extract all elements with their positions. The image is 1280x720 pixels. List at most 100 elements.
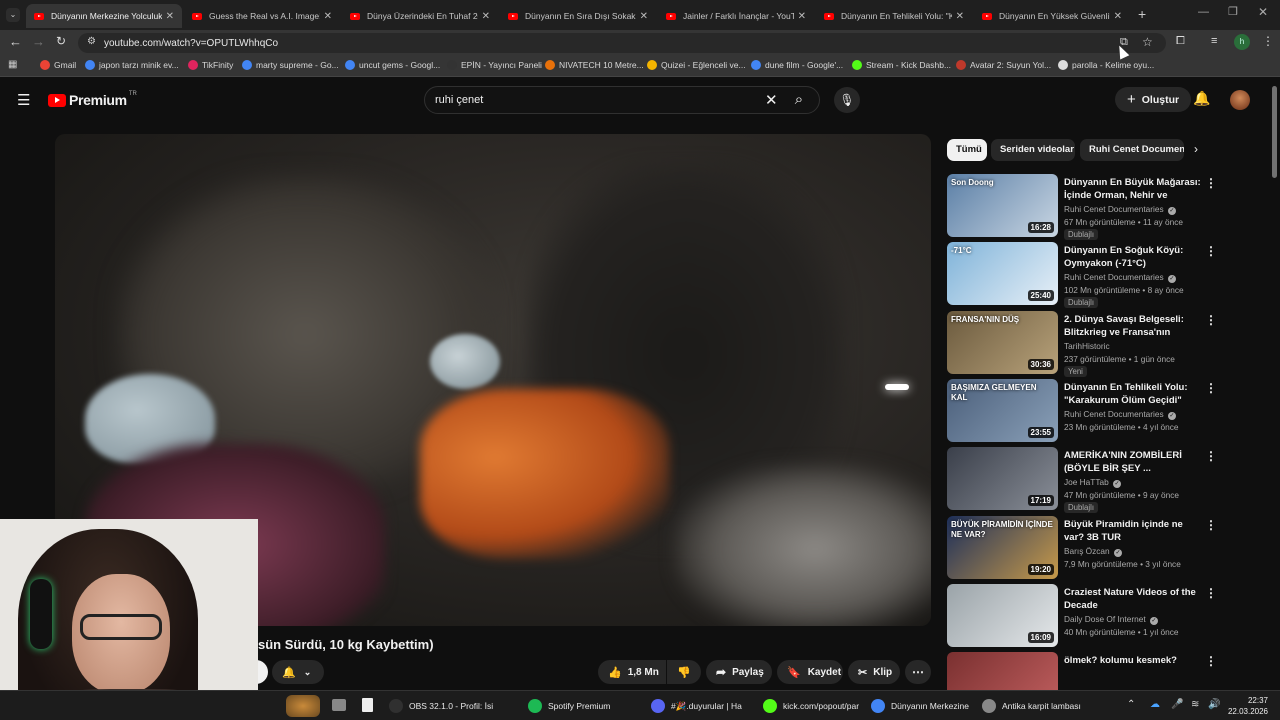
bookmark-item[interactable]: uncut gems - Googl... [345, 60, 440, 70]
search-input[interactable]: ruhi çenet ✕ [424, 86, 820, 114]
bookmark-item[interactable]: japon tarzı minik ev... [85, 60, 179, 70]
taskbar-app[interactable]: kick.com/popout/par [763, 697, 859, 715]
file-icon[interactable] [362, 698, 373, 712]
channel-name[interactable]: Ruhi Cenet Documentaries ✓ [1064, 204, 1176, 215]
related-video-title[interactable]: Büyük Piramidin içinde ne var? 3B TUR [1064, 518, 1204, 544]
youtube-logo[interactable]: Premium TR [48, 91, 137, 108]
tab-search-button[interactable]: ⌄ [6, 8, 20, 22]
notifications-button[interactable]: 🔔 ⌄ [272, 660, 324, 684]
related-video-item[interactable]: 17:19 AMERİKA'NIN ZOMBİLERİ (BÖYLE BİR ŞE… [947, 447, 1267, 514]
task-view-icon[interactable] [332, 699, 346, 711]
bookmark-item[interactable]: EPİN - Yayıncı Paneli [447, 60, 542, 70]
dislike-button[interactable]: 👎 [667, 660, 701, 684]
taskbar-burger-widget[interactable] [286, 695, 320, 717]
video-thumbnail[interactable]: BÜYÜK PİRAMİDİN İÇİNDE NE VAR? 19:20 [947, 515, 1058, 579]
tray-cloud-icon[interactable]: ☁ [1150, 699, 1160, 710]
bookmark-item[interactable]: Avatar 2: Suyun Yol... [956, 60, 1051, 70]
close-tab-icon[interactable]: ✕ [482, 11, 490, 22]
browser-tab[interactable]: Dünyanın En Sıra Dışı Sokak Ye ✕ [500, 4, 656, 28]
channel-name[interactable]: Joe HaTTab ✓ [1064, 477, 1122, 489]
more-options-icon[interactable]: ⋮ [1205, 313, 1217, 327]
taskbar-app[interactable]: Dünyanın Merkezine [871, 697, 969, 715]
close-window-button[interactable]: ✕ [1258, 5, 1268, 19]
bookmark-item[interactable]: marty supreme - Go... [242, 60, 339, 70]
url-field[interactable]: ⚙ youtube.com/watch?v=OPUTLWhhqCo [78, 33, 1166, 53]
profile-avatar[interactable]: h [1234, 34, 1250, 50]
bookmark-item[interactable]: parolla - Kelime oyu... [1058, 60, 1154, 70]
share-button[interactable]: ➦ Paylaş [706, 660, 772, 684]
related-video-title[interactable]: ölmek? kolumu kesmek? [1064, 654, 1204, 667]
voice-search-icon[interactable]: 🎙 [834, 87, 860, 113]
site-info-icon[interactable]: ⚙ [87, 36, 96, 47]
bookmark-item[interactable]: Quizei - Eğlenceli ve... [647, 60, 746, 70]
page-scrollbar[interactable] [1272, 86, 1277, 178]
chips-next-icon[interactable]: › [1194, 142, 1198, 156]
taskbar-app[interactable]: Spotify Premium [528, 697, 610, 715]
back-icon[interactable]: ← [9, 34, 22, 49]
wifi-icon[interactable]: ≋ [1191, 699, 1199, 710]
create-button[interactable]: + Oluştur [1115, 87, 1192, 112]
close-tab-icon[interactable]: ✕ [1114, 11, 1122, 22]
save-button[interactable]: 🔖 Kaydet [777, 660, 843, 684]
hamburger-menu-icon[interactable]: ☰ [17, 91, 30, 109]
related-video-title[interactable]: AMERİKA'NIN ZOMBİLERİ (BÖYLE BİR ŞEY ... [1064, 449, 1204, 475]
related-video-item[interactable]: BAŞIMIZA GELMEYEN KAL 23:55 Dünyanın En Te… [947, 378, 1267, 443]
related-video-title[interactable]: 2. Dünya Savaşı Belgeseli: Blitzkrieg ve… [1064, 313, 1204, 339]
channel-name[interactable]: Ruhi Cenet Documentaries ✓ [1064, 272, 1176, 284]
browser-menu-icon[interactable]: ⋮ [1262, 34, 1274, 48]
more-options-icon[interactable]: ⋮ [1205, 586, 1217, 600]
taskbar-app[interactable]: #🎉.duyurular | Ha [651, 697, 742, 715]
taskbar-app[interactable]: OBS 32.1.0 - Profil: İsi [389, 697, 493, 715]
video-thumbnail[interactable]: -71°C 25:40 [947, 242, 1058, 306]
forward-icon[interactable]: → [32, 34, 45, 49]
video-thumbnail[interactable]: 17:19 [947, 447, 1058, 511]
new-tab-button[interactable]: + [1138, 6, 1146, 22]
minimize-button[interactable]: — [1198, 6, 1209, 18]
channel-name[interactable]: TarihHistoric [1064, 341, 1110, 351]
maximize-button[interactable]: ❐ [1228, 5, 1238, 18]
video-thumbnail[interactable]: FRANSA'NIN DÜŞ 30:36 [947, 310, 1058, 374]
close-tab-icon[interactable]: ✕ [798, 11, 806, 22]
related-video-item[interactable]: Son Doong 16:28 Dünyanın En Büyük Mağarası… [947, 174, 1267, 240]
extensions-icon[interactable]: ⧠ [1176, 35, 1185, 48]
tray-mic-icon[interactable]: 🎤 [1171, 699, 1183, 710]
clip-button[interactable]: ✂ Klip [848, 660, 900, 684]
related-video-title[interactable]: Craziest Nature Videos of the Decade [1064, 586, 1204, 612]
related-video-item[interactable]: BÜYÜK PİRAMİDİN İÇİNDE NE VAR? 19:20 Büyük… [947, 515, 1267, 580]
clock[interactable]: 22:37 22.03.2026 [1226, 695, 1268, 717]
close-tab-icon[interactable]: ✕ [166, 11, 174, 22]
channel-name[interactable]: Barış Özcan ✓ [1064, 546, 1122, 557]
browser-tab[interactable]: Dünyanın En Yüksek Güvenlikli ✕ [974, 4, 1130, 28]
related-video-item[interactable]: -71°C 25:40 Dünyanın En Soğuk Köyü: Oymyak… [947, 242, 1267, 309]
more-options-icon[interactable]: ⋮ [1205, 244, 1217, 258]
video-thumbnail[interactable]: 16:09 [947, 583, 1058, 647]
related-video-title[interactable]: Dünyanın En Tehlikeli Yolu: "Karakurum Ö… [1064, 381, 1204, 407]
related-video-title[interactable]: Dünyanın En Büyük Mağarası: İçinde Orman… [1064, 176, 1204, 202]
account-avatar[interactable] [1230, 90, 1250, 110]
filter-chip[interactable]: Ruhi Cenet Documentaries [1080, 139, 1184, 161]
browser-tab[interactable]: Guess the Real vs A.I. Image! - Y ✕ [184, 4, 340, 28]
reload-icon[interactable]: ↻ [56, 34, 66, 48]
apps-grid-icon[interactable]: ▦ [8, 59, 17, 70]
browser-tab[interactable]: Jainler / Farklı İnançlar - YouTu ✕ [658, 4, 814, 28]
filter-chip[interactable]: Tümü [947, 139, 987, 161]
browser-tab[interactable]: Dünyanın En Tehlikeli Yolu: "Ka ✕ [816, 4, 972, 28]
volume-icon[interactable]: 🔊 [1208, 699, 1220, 710]
close-tab-icon[interactable]: ✕ [324, 11, 332, 22]
video-thumbnail[interactable]: BAŞIMIZA GELMEYEN KAL 23:55 [947, 378, 1058, 442]
related-video-item[interactable]: FRANSA'NIN DÜŞ 30:36 2. Dünya Savaşı Belge… [947, 310, 1267, 377]
related-video-title[interactable]: Dünyanın En Soğuk Köyü: Oymyakon (-71°C) [1064, 244, 1204, 270]
tray-chevron-icon[interactable]: ⌃ [1127, 699, 1135, 710]
notifications-bell-icon[interactable]: 🔔 [1193, 90, 1210, 107]
more-options-icon[interactable]: ⋮ [1205, 518, 1217, 532]
clear-search-icon[interactable]: ✕ [765, 91, 778, 109]
like-button[interactable]: 👍 1,8 Mn [598, 660, 666, 684]
bookmark-item[interactable]: dune film - Google'... [751, 60, 843, 70]
more-options-icon[interactable]: ⋮ [1205, 176, 1217, 190]
bookmark-star-icon[interactable]: ☆ [1142, 35, 1153, 49]
close-tab-icon[interactable]: ✕ [956, 11, 964, 22]
filter-chip[interactable]: Seriden videolar [991, 139, 1075, 161]
browser-tab[interactable]: Dünyanın Merkezine Yolculuk (Y ✕ [26, 4, 182, 28]
bookmark-item[interactable]: NIVATECH 10 Metre... [545, 60, 644, 70]
more-actions-button[interactable]: ⋯ [905, 660, 931, 684]
